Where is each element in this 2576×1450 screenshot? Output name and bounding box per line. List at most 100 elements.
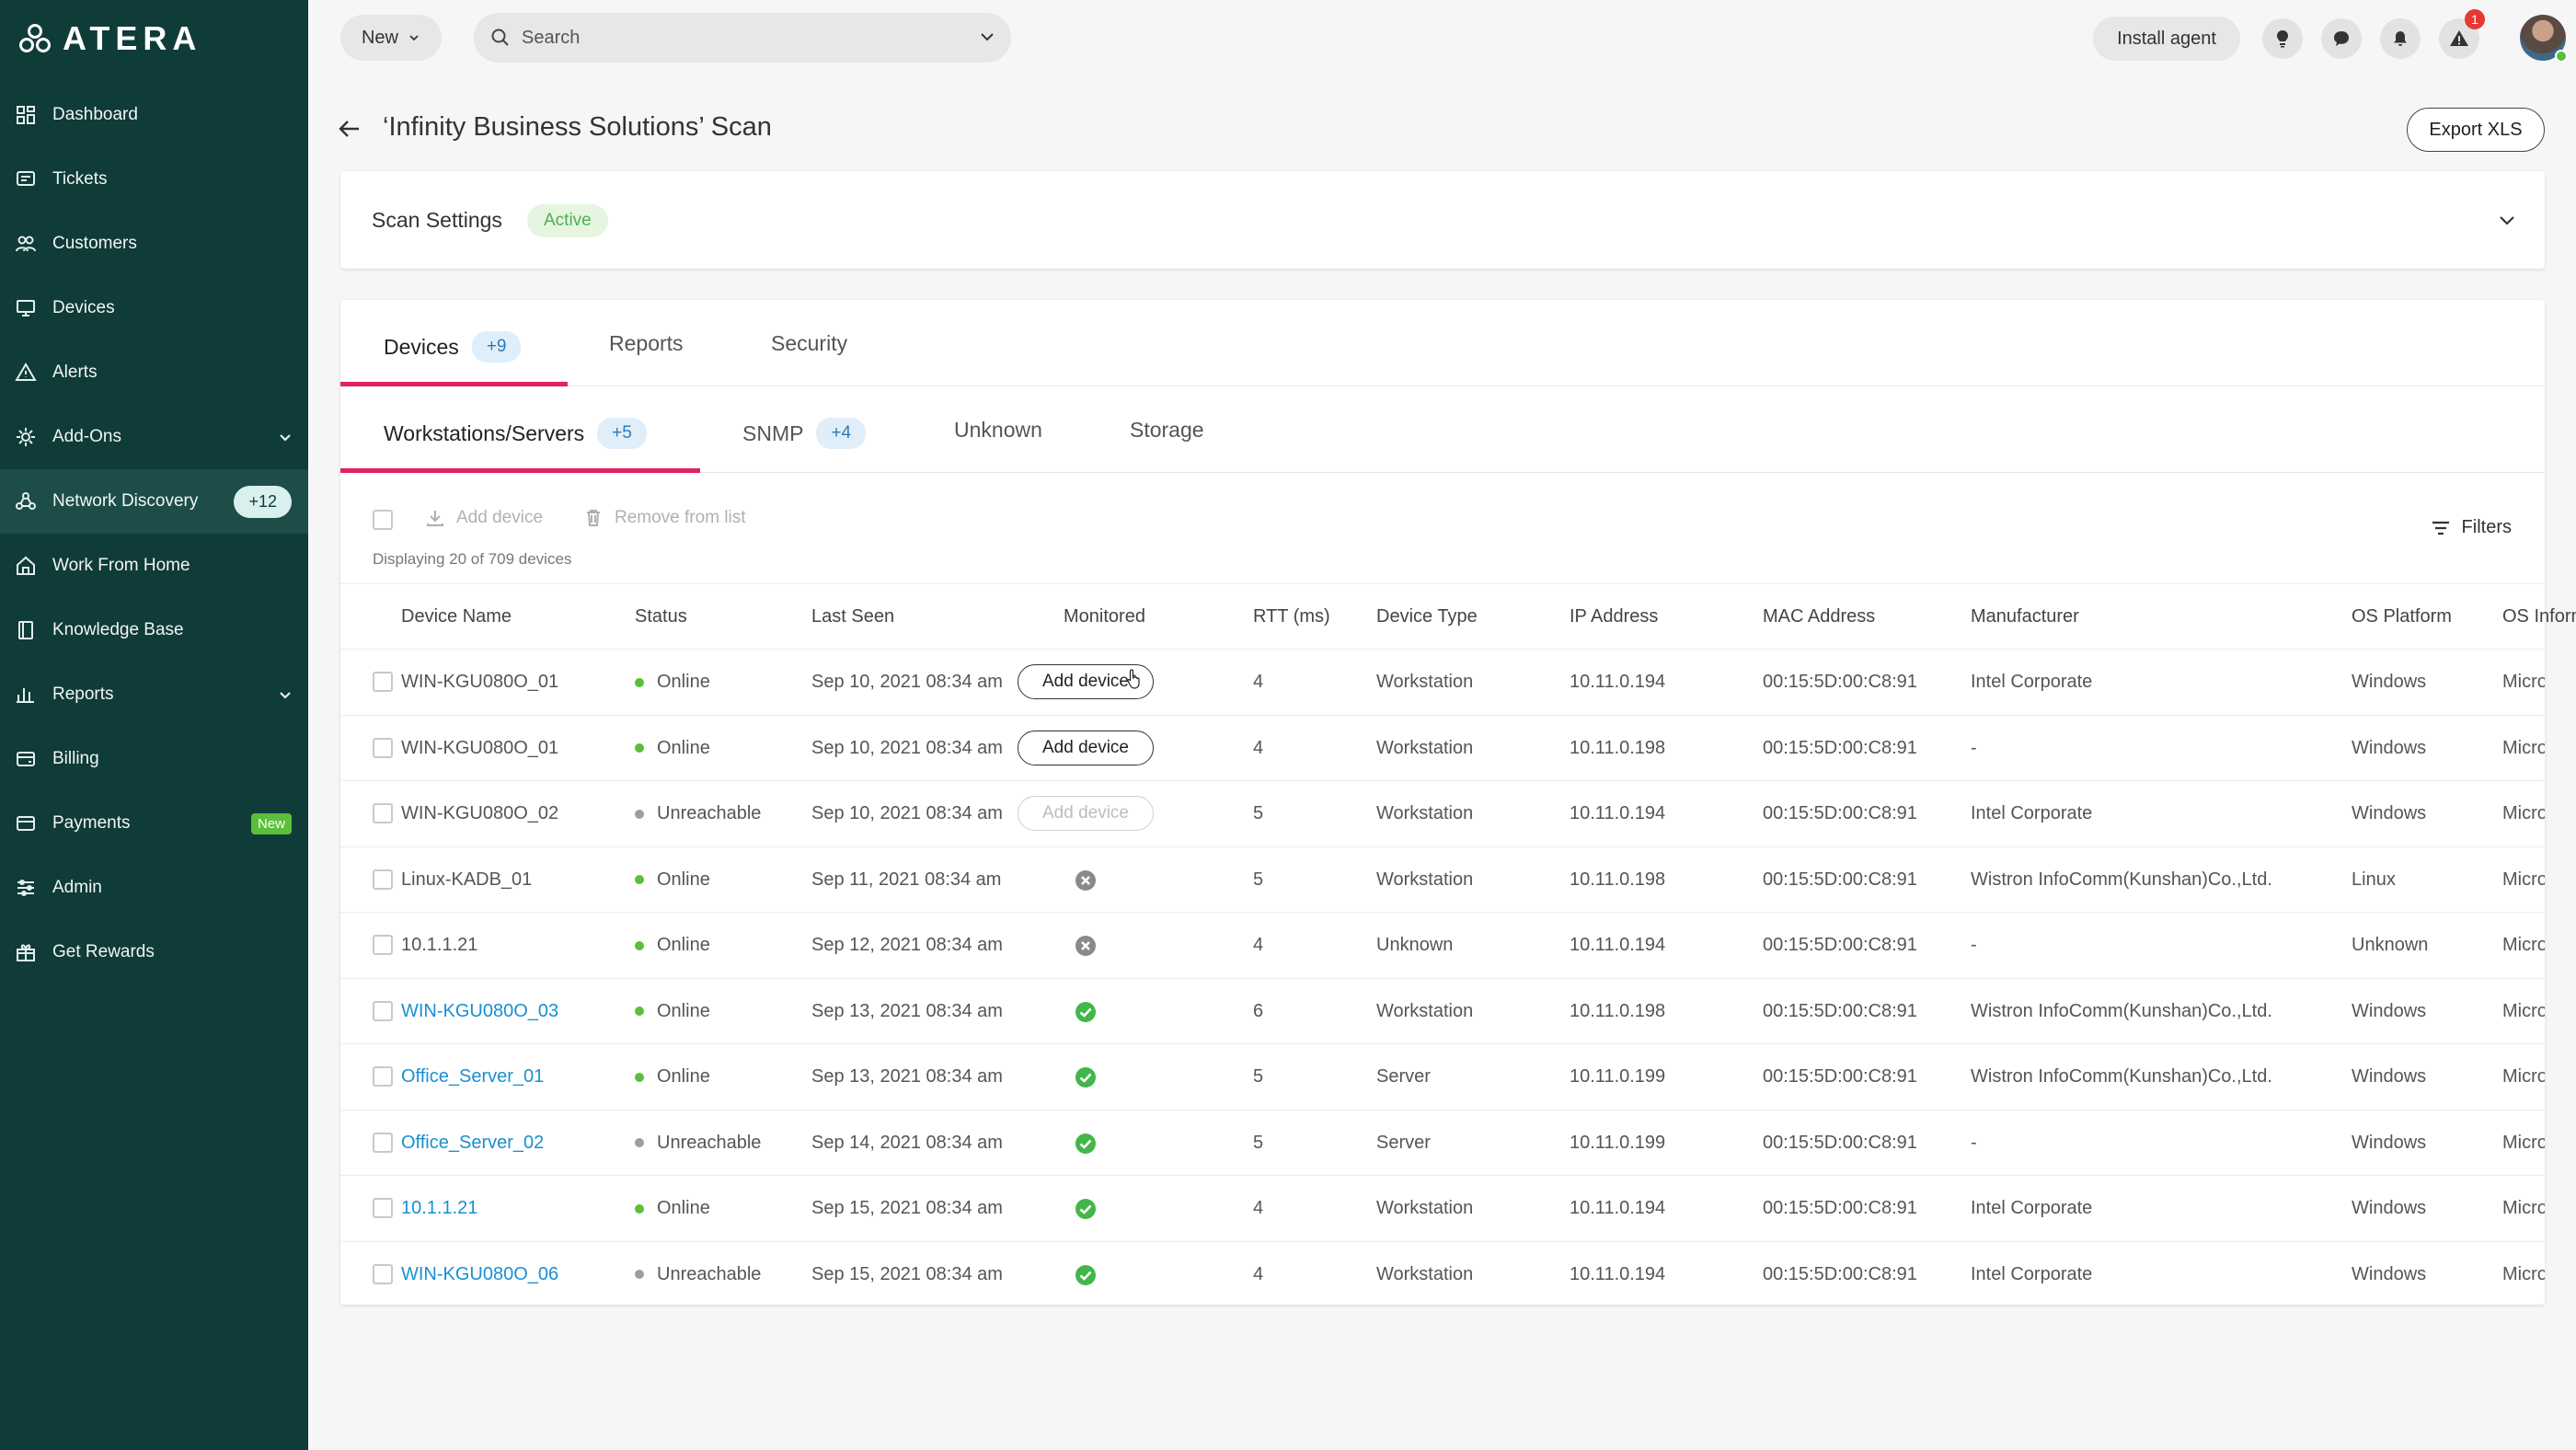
row-checkbox[interactable]	[373, 869, 393, 890]
sidebar-item-dashboard[interactable]: Dashboard	[0, 83, 308, 147]
status-cell: Unreachable	[635, 1133, 761, 1154]
export-xls-button[interactable]: Export XLS	[2407, 108, 2545, 152]
sidebar-item-alerts[interactable]: Alerts	[0, 340, 308, 405]
column-header-device-type[interactable]: Device Type	[1376, 606, 1478, 627]
column-header-rtt-ms[interactable]: RTT (ms)	[1253, 606, 1330, 627]
device-name: WIN-KGU080O_02	[401, 803, 559, 823]
device-name[interactable]: WIN-KGU080O_03	[401, 1001, 558, 1022]
mac-address: 00:15:5D:00:C8:91	[1763, 1263, 1917, 1284]
scan-settings-panel[interactable]: Scan Settings Active	[340, 171, 2545, 269]
status-dot	[635, 677, 644, 687]
table-row[interactable]: WIN-KGU080O_01 Online Sep 10, 2021 08:34 a…	[340, 650, 2545, 716]
install-agent-button[interactable]: Install agent	[2093, 17, 2240, 61]
device-name[interactable]: WIN-KGU080O_06	[401, 1264, 558, 1285]
sidebar-item-get-rewards[interactable]: Get Rewards	[0, 920, 308, 984]
chevron-down-icon	[409, 35, 419, 41]
sidebar-item-billing[interactable]: Billing	[0, 727, 308, 791]
column-header-os-information[interactable]: OS Information	[2502, 606, 2576, 627]
os-information: Microsoft Windows 10|7|8.1|	[2502, 1132, 2545, 1153]
sidebar-item-label: Admin	[52, 878, 102, 897]
column-header-status[interactable]: Status	[635, 606, 687, 627]
column-header-last-seen[interactable]: Last Seen	[811, 606, 894, 627]
ip-address: 10.11.0.198	[1570, 737, 1666, 758]
add-device-action[interactable]: Add device	[425, 508, 543, 528]
os-information: Microsoft Windows 10|7|8.1|	[2502, 1263, 2545, 1284]
tab-snmp[interactable]: SNMP +4	[742, 418, 867, 449]
sidebar-item-label: Add-Ons	[52, 427, 121, 446]
device-name[interactable]: Office_Server_02	[401, 1133, 544, 1154]
select-all-checkbox[interactable]	[373, 510, 393, 530]
os-information: Microsoft Windows 10|7|8.1|	[2502, 869, 2545, 890]
new-button[interactable]: New	[340, 15, 442, 61]
sidebar-item-knowledge-base[interactable]: Knowledge Base	[0, 598, 308, 662]
chevron-down-icon[interactable]	[277, 429, 293, 445]
alerts-warning-icon[interactable]: 1	[2439, 9, 2485, 59]
rtt: 5	[1253, 803, 1264, 823]
expand-chevron-icon[interactable]	[2497, 210, 2517, 230]
sidebar-item-devices[interactable]: Devices	[0, 276, 308, 340]
row-checkbox[interactable]	[373, 1132, 393, 1153]
back-arrow-icon[interactable]	[337, 116, 362, 142]
row-checkbox[interactable]	[373, 1000, 393, 1021]
chat-icon[interactable]	[2321, 18, 2362, 59]
sidebar-item-add-ons[interactable]: Add-Ons	[0, 405, 308, 469]
payments-icon	[15, 812, 37, 834]
table-row[interactable]: WIN-KGU080O_02 Unreachable Sep 10, 2021 08…	[340, 781, 2545, 847]
add-device-button[interactable]: Add device	[1018, 730, 1154, 765]
row-checkbox[interactable]	[373, 1263, 393, 1284]
column-header-os-platform[interactable]: OS Platform	[2352, 606, 2452, 627]
table-row[interactable]: WIN-KGU080O_03 Online Sep 13, 2021 08:34 a…	[340, 979, 2545, 1044]
sidebar-item-payments[interactable]: Payments New	[0, 791, 308, 856]
filters-button[interactable]: Filters	[2431, 517, 2512, 538]
row-checkbox[interactable]	[373, 1066, 393, 1087]
tab-security[interactable]: Security	[771, 331, 847, 356]
addons-icon	[15, 426, 37, 448]
notifications-bell-icon[interactable]	[2380, 18, 2421, 59]
table-row[interactable]: WIN-KGU080O_01 Online Sep 10, 2021 08:34 a…	[340, 716, 2545, 781]
column-header-monitored[interactable]: Monitored	[1064, 606, 1145, 627]
monitored-check-icon	[1075, 1133, 1096, 1154]
row-checkbox[interactable]	[373, 935, 393, 955]
row-checkbox[interactable]	[373, 672, 393, 692]
sidebar-item-customers[interactable]: Customers	[0, 212, 308, 276]
primary-tabs: Devices +9 Reports Security	[340, 300, 2545, 386]
atera-logo[interactable]: ATERA	[18, 19, 201, 57]
os-platform: Linux	[2352, 869, 2396, 890]
tab-storage[interactable]: Storage	[1130, 418, 1204, 443]
column-header-manufacturer[interactable]: Manufacturer	[1971, 606, 2079, 627]
device-name[interactable]: 10.1.1.21	[401, 1198, 477, 1219]
column-header-device-name[interactable]: Device Name	[401, 606, 512, 627]
lightbulb-icon[interactable]	[2262, 18, 2303, 59]
row-checkbox[interactable]	[373, 1198, 393, 1218]
sidebar-item-admin[interactable]: Admin	[0, 856, 308, 920]
table-row[interactable]: WIN-KGU080O_06 Unreachable Sep 15, 2021 08…	[340, 1242, 2545, 1307]
sidebar-item-work-from-home[interactable]: Work From Home	[0, 534, 308, 598]
tab-devices[interactable]: Devices +9	[384, 331, 522, 362]
row-checkbox[interactable]	[373, 737, 393, 758]
table-row[interactable]: Linux-KADB_01 Online Sep 11, 2021 08:34 am…	[340, 847, 2545, 913]
row-checkbox[interactable]	[373, 803, 393, 823]
table-row[interactable]: Office_Server_02 Unreachable Sep 14, 2021 …	[340, 1111, 2545, 1176]
search-dropdown-icon[interactable]	[978, 28, 996, 46]
remove-from-list-action[interactable]: Remove from list	[583, 508, 746, 528]
table-row[interactable]: 10.1.1.21 Online Sep 12, 2021 08:34 am 4 Unk…	[340, 913, 2545, 979]
status-cell: Online	[635, 1198, 710, 1219]
column-header-mac-address[interactable]: MAC Address	[1763, 606, 1875, 627]
chevron-down-icon[interactable]	[277, 686, 293, 703]
os-information: Microsoft Windows 10|7|8.1|	[2502, 1066, 2545, 1087]
tab-workstations-servers[interactable]: Workstations/Servers +5	[384, 418, 647, 449]
search-bar[interactable]	[474, 13, 1011, 63]
device-name[interactable]: Office_Server_01	[401, 1066, 544, 1088]
table-row[interactable]: Office_Server_01 Online Sep 13, 2021 08:34…	[340, 1044, 2545, 1111]
device-type: Unknown	[1376, 935, 1454, 955]
search-input[interactable]	[522, 27, 945, 49]
user-avatar[interactable]	[2520, 15, 2568, 63]
sidebar-item-tickets[interactable]: Tickets	[0, 147, 308, 212]
tab-unknown[interactable]: Unknown	[954, 418, 1042, 443]
column-header-ip-address[interactable]: IP Address	[1570, 606, 1658, 627]
tab-reports[interactable]: Reports	[609, 331, 684, 356]
sidebar-item-reports[interactable]: Reports	[0, 662, 308, 727]
sidebar-item-network-discovery[interactable]: Network Discovery +12	[0, 469, 308, 534]
table-row[interactable]: 10.1.1.21 Online Sep 15, 2021 08:34 am 4 Wor…	[340, 1176, 2545, 1242]
status-text: Online	[657, 935, 710, 955]
